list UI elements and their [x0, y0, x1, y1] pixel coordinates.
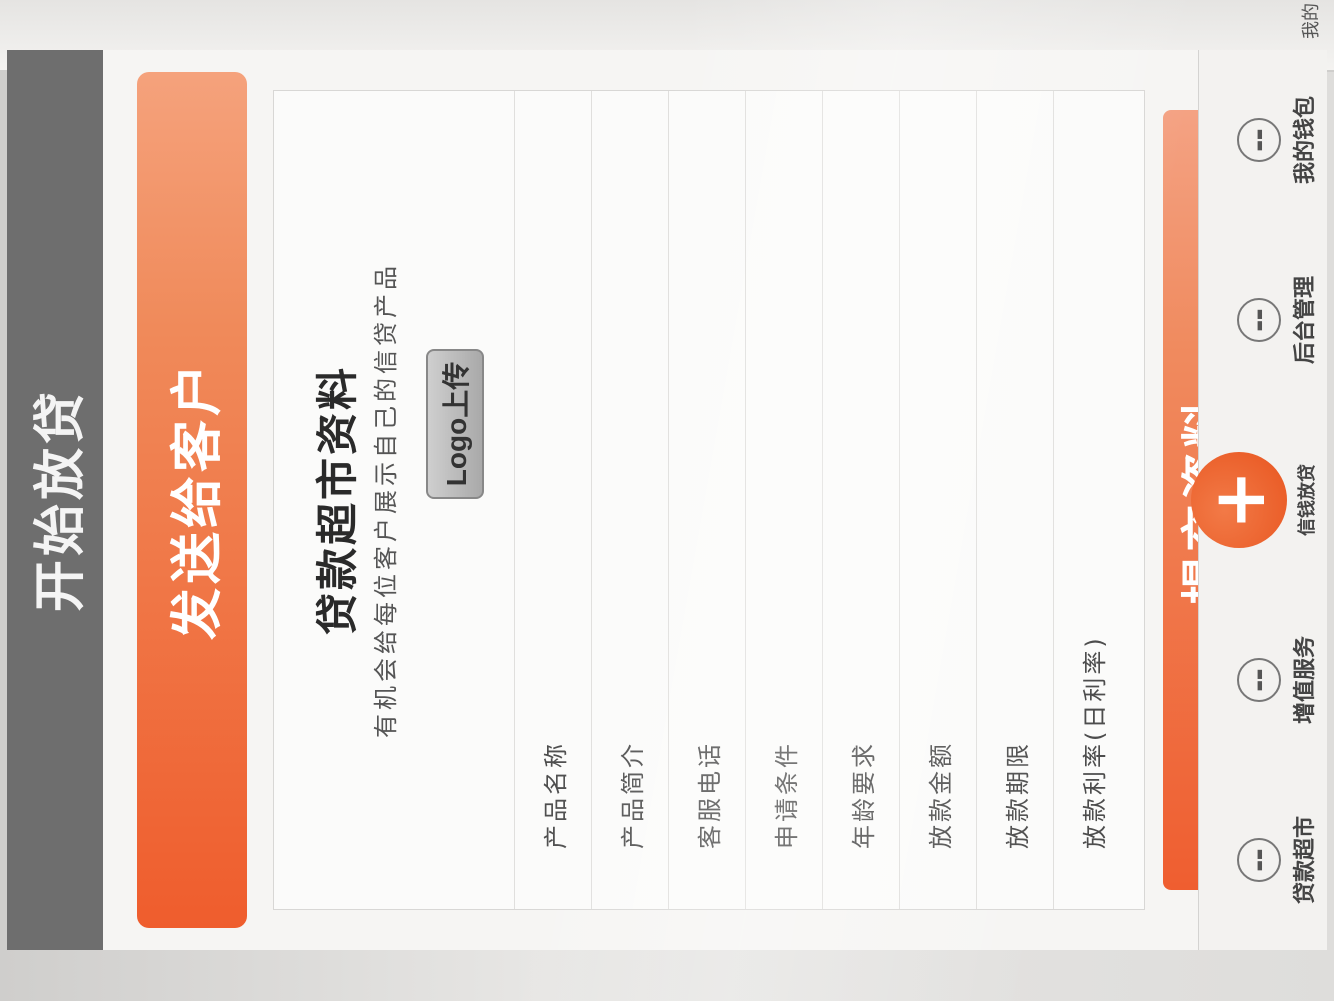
card-header: 贷款超市资料 有机会给每位客户展示自己的信贷产品 Logo上传 [274, 91, 514, 909]
logo-upload-button[interactable]: Logo上传 [426, 349, 484, 499]
field-label: 产品简介 [618, 741, 647, 849]
field-label: 放款利率(日利率) [1080, 635, 1109, 849]
main-content: 发送给客户 贷款超市资料 有机会给每位客户展示自己的信贷产品 Logo上传 产品… [103, 50, 1327, 950]
tab-label: 我的钱包 [1293, 96, 1318, 185]
page-title: 开始放贷 [30, 388, 91, 613]
field-label: 放款金额 [926, 741, 955, 849]
field-label: 产品名称 [541, 741, 570, 849]
adjacent-tab-label: 我的 [1301, 3, 1322, 39]
loan-market-form-card: 贷款超市资料 有机会给每位客户展示自己的信贷产品 Logo上传 产品名称 产品简… [273, 90, 1145, 910]
field-product-name[interactable]: 产品名称 [514, 91, 591, 909]
phone-screen: 开始放贷 发送给客户 贷款超市资料 有机会给每位客户展示自己的信贷产品 Logo… [7, 50, 1327, 950]
field-age-requirement[interactable]: 年龄要求 [822, 91, 899, 909]
send-to-customer-button[interactable]: 发送给客户 [137, 72, 247, 928]
tab-label: 信钱放贷 [1297, 464, 1318, 536]
field-product-intro[interactable]: 产品简介 [591, 91, 668, 909]
form-fields: 产品名称 产品简介 客服电话 申请条件 年龄要求 放款金额 放款期限 放款利率(… [514, 91, 1130, 909]
field-label: 年龄要求 [849, 741, 878, 849]
circle-icon: ▬▬ [1237, 118, 1281, 162]
field-service-phone[interactable]: 客服电话 [668, 91, 745, 909]
field-loan-term[interactable]: 放款期限 [976, 91, 1053, 909]
tab-value-added-services[interactable]: ▬▬ 增值服务 [1237, 605, 1319, 755]
circle-icon: ▬▬ [1237, 838, 1281, 882]
field-label: 申请条件 [772, 741, 801, 849]
field-label: 客服电话 [695, 741, 724, 849]
plus-icon[interactable]: + [1191, 452, 1287, 548]
field-loan-amount[interactable]: 放款金额 [899, 91, 976, 909]
tab-wallet[interactable]: ▬▬ 我的钱包 [1237, 65, 1319, 215]
navigation-bar: 开始放贷 [7, 50, 103, 950]
field-label: 放款期限 [1003, 741, 1032, 849]
card-title: 贷款超市资料 [313, 365, 362, 636]
field-application-conditions[interactable]: 申请条件 [745, 91, 822, 909]
tab-label: 后台管理 [1293, 276, 1318, 365]
photo-stage: 我的 开始放贷 发送给客户 贷款超市资料 有机会给每位客户展示自己的信贷产品 L… [0, 0, 1334, 1001]
bottom-tab-bar: ▬▬ 贷款超市 ▬▬ 增值服务 + 信钱放贷 ▬▬ 后台管理 ▬▬ 我的钱包 [1191, 50, 1327, 950]
tab-loan-market[interactable]: ▬▬ 贷款超市 [1237, 785, 1319, 935]
tab-admin[interactable]: ▬▬ 后台管理 [1237, 245, 1319, 395]
card-subtitle: 有机会给每位客户展示自己的信贷产品 [372, 262, 400, 738]
circle-icon: ▬▬ [1237, 658, 1281, 702]
tab-lend[interactable]: + 信钱放贷 [1191, 425, 1319, 575]
tab-label: 增值服务 [1293, 636, 1318, 725]
field-loan-rate[interactable]: 放款利率(日利率) [1053, 91, 1130, 909]
tab-label: 贷款超市 [1293, 816, 1318, 905]
circle-icon: ▬▬ [1237, 298, 1281, 342]
